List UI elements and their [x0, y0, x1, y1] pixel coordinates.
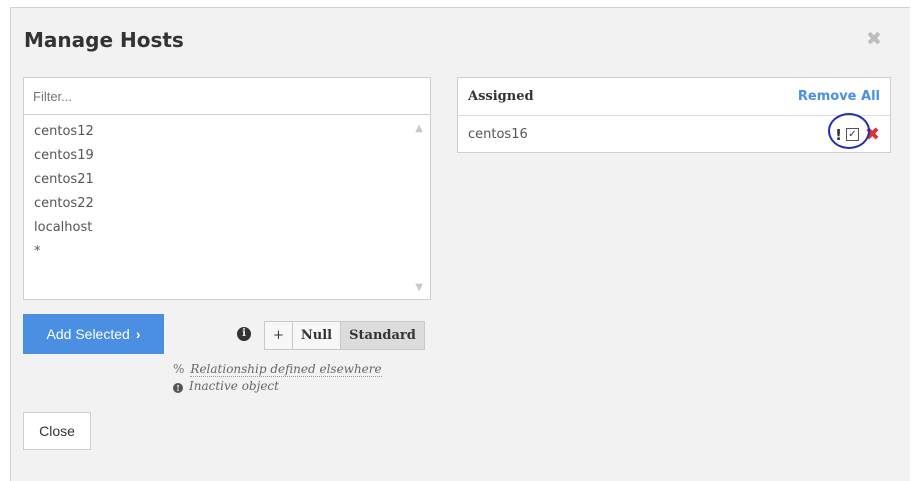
- relationship-option-standard[interactable]: Standard: [341, 322, 424, 349]
- list-item[interactable]: *: [24, 240, 430, 264]
- assigned-header: Assigned Remove All: [458, 78, 890, 116]
- available-hosts-list[interactable]: centos12 centos19 centos21 centos22 loca…: [23, 115, 431, 300]
- list-item[interactable]: centos12: [24, 120, 430, 144]
- list-item[interactable]: centos19: [24, 144, 430, 168]
- relationship-option-null[interactable]: Null: [293, 322, 342, 349]
- close-button[interactable]: Close: [23, 412, 91, 450]
- scroll-down-icon[interactable]: ▼: [415, 282, 423, 293]
- close-icon[interactable]: ✖: [866, 28, 882, 50]
- highlight-circle: [828, 113, 871, 149]
- relationship-type-selector[interactable]: + Null Standard: [264, 321, 425, 350]
- add-selected-button[interactable]: Add Selected ›: [23, 314, 164, 354]
- dialog-title: Manage Hosts: [24, 28, 184, 52]
- legend-text: Relationship defined elsewhere: [190, 362, 382, 377]
- row-actions: ! ✓ ✖: [828, 113, 880, 149]
- exclamation-circle-icon: !: [173, 383, 183, 393]
- assigned-row[interactable]: centos16 ! ✓ ✖: [458, 113, 890, 153]
- link-icon: %: [173, 362, 185, 376]
- list-item[interactable]: centos21: [24, 168, 430, 192]
- list-item[interactable]: centos22: [24, 192, 430, 216]
- list-item[interactable]: localhost: [24, 216, 430, 240]
- remove-all-button[interactable]: Remove All: [798, 89, 880, 104]
- assigned-title: Assigned: [468, 89, 534, 104]
- legend-text: Inactive object: [189, 379, 279, 393]
- scroll-up-icon[interactable]: ▲: [415, 123, 423, 134]
- chevron-right-icon: ›: [135, 326, 141, 342]
- info-icon[interactable]: i: [237, 327, 251, 341]
- add-selected-label: Add Selected: [46, 326, 130, 342]
- legend-inactive-object: ! Inactive object: [173, 379, 279, 393]
- filter-input[interactable]: [23, 77, 431, 115]
- assigned-host-name: centos16: [468, 127, 528, 142]
- legend-relationship-elsewhere: % Relationship defined elsewhere: [173, 362, 382, 377]
- relationship-option-plus[interactable]: +: [265, 322, 293, 349]
- assigned-panel: Assigned Remove All centos16 ! ✓ ✖: [457, 77, 891, 153]
